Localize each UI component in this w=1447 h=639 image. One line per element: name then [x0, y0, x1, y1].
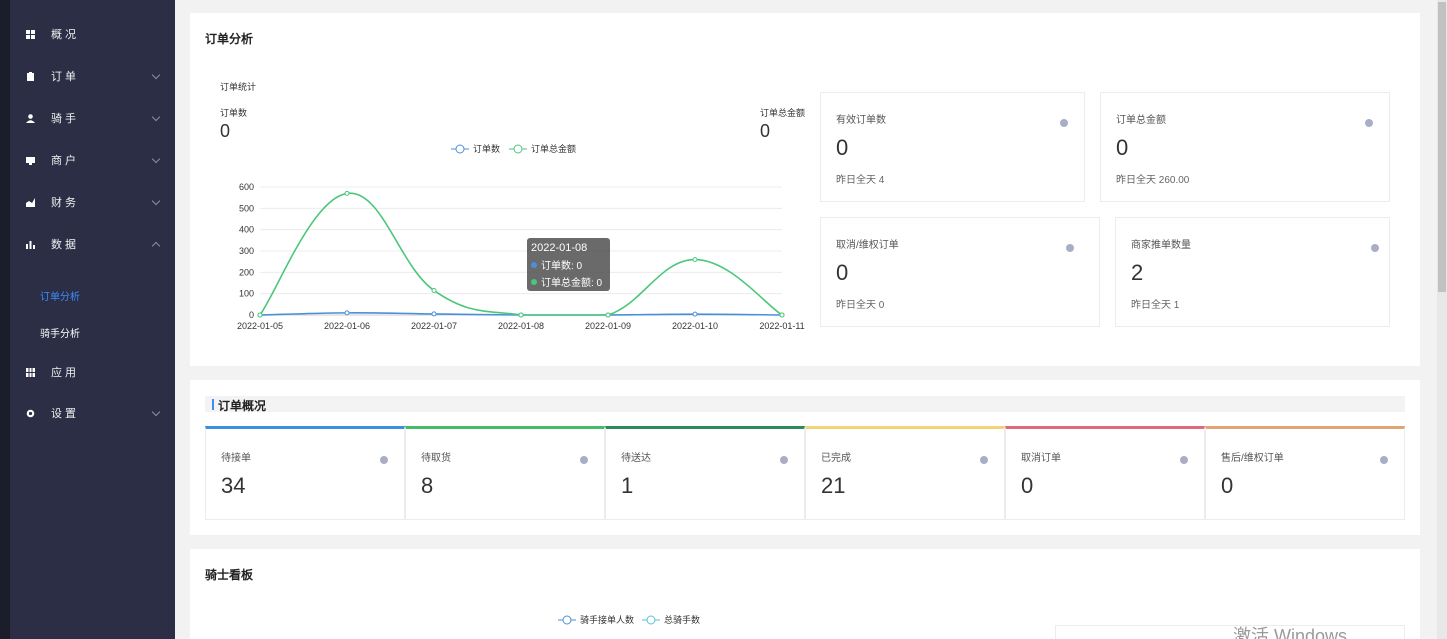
data-point[interactable]: [692, 311, 698, 317]
stat-card-valid-orders: 有效订单数 0 昨日全天 4: [820, 92, 1085, 202]
sidebar-item-settings[interactable]: 设 置: [10, 398, 175, 428]
order-line-chart[interactable]: 0 100 200 300 400 500 600 2022-01-05 2022-01-06…: [0, 0, 820, 340]
gear-icon: [26, 409, 35, 418]
legend-amount[interactable]: 订单总金额: [531, 143, 576, 154]
stat-label: 取消/维权订单: [836, 240, 899, 251]
apps-icon: [26, 367, 35, 377]
stat-value: 0: [1116, 135, 1129, 160]
info-dot-icon[interactable]: [1365, 119, 1373, 127]
series-dot-icon: [531, 278, 537, 285]
tooltip-amount: 订单总金额: 0: [541, 278, 603, 289]
y-tick-label: 100: [239, 289, 254, 299]
stat-value: 2: [1131, 260, 1144, 285]
overview-item-pending-delivery[interactable]: 待送达 1: [605, 426, 805, 520]
stat-card-total-amount: 订单总金额 0 昨日全天 260.00: [1100, 92, 1390, 202]
overview-value: 8: [421, 473, 434, 498]
stat-label: 商家推单数量: [1131, 240, 1191, 251]
stat-value: 0: [836, 135, 849, 160]
stat-card-cancelled-orders: 取消/维权订单 0 昨日全天 0: [820, 217, 1100, 327]
info-dot-icon[interactable]: [980, 456, 988, 464]
x-tick-label: 2022-01-09: [585, 321, 631, 331]
sidebar-item-label: 应 用: [51, 367, 77, 379]
overview-value: 1: [621, 473, 634, 498]
info-dot-icon[interactable]: [780, 456, 788, 464]
overview-label: 售后/维权订单: [1221, 453, 1284, 464]
stat-value: 0: [836, 260, 849, 285]
x-tick-label: 2022-01-08: [498, 321, 544, 331]
x-tick-label: 2022-01-07: [411, 321, 457, 331]
legend-orders[interactable]: 订单数: [473, 143, 500, 154]
info-dot-icon[interactable]: [580, 456, 588, 464]
overview-item-pending-pickup[interactable]: 待取货 8: [405, 426, 605, 520]
tooltip-row: 订单数: 0: [531, 257, 606, 272]
info-dot-icon[interactable]: [1060, 119, 1068, 127]
tooltip-orders: 订单数: 0: [541, 261, 583, 272]
overview-label: 待接单: [221, 453, 251, 464]
overview-item-pending-accept[interactable]: 待接单 34: [205, 426, 405, 520]
legend-total-riders[interactable]: 总骑手数: [664, 614, 700, 625]
y-tick-label: 300: [239, 246, 254, 256]
overview-label: 已完成: [821, 453, 851, 464]
overview-value: 34: [221, 473, 246, 498]
chart-tooltip: 2022-01-08 订单数: 0 订单总金额: 0: [527, 238, 610, 291]
data-point[interactable]: [692, 257, 698, 263]
data-point[interactable]: [344, 310, 350, 316]
info-dot-icon[interactable]: [1180, 456, 1188, 464]
sidebar-item-label: 设 置: [51, 408, 77, 420]
x-tick-label: 2022-01-06: [324, 321, 370, 331]
stat-sub: 昨日全天 0: [836, 300, 885, 311]
y-tick-label: 500: [239, 203, 254, 213]
data-point[interactable]: [431, 287, 437, 293]
stat-card-merchant-push: 商家推单数量 2 昨日全天 1: [1115, 217, 1390, 327]
chart-legend: 订单数 订单总金额: [451, 143, 576, 154]
data-point[interactable]: [257, 312, 263, 318]
y-tick-label: 400: [239, 225, 254, 235]
sidebar-item-apps[interactable]: 应 用: [10, 357, 175, 387]
stat-label: 订单总金额: [1116, 115, 1166, 126]
data-point[interactable]: [344, 190, 350, 196]
stat-sub: 昨日全天 260.00: [1116, 175, 1190, 186]
info-dot-icon[interactable]: [1380, 456, 1388, 464]
overview-title-bar: 订单概况: [205, 396, 1405, 413]
stat-label: 有效订单数: [836, 115, 886, 126]
info-dot-icon[interactable]: [1066, 244, 1074, 252]
legend-rider-accepted[interactable]: 骑手接单人数: [580, 614, 634, 625]
info-dot-icon[interactable]: [1371, 244, 1379, 252]
overview-value: 21: [821, 473, 846, 498]
scrollbar-thumb[interactable]: [1438, 2, 1446, 292]
series-dot-icon: [531, 261, 537, 268]
tooltip-date: 2022-01-08: [531, 242, 588, 254]
section-title: 订单概况: [218, 399, 267, 413]
title-accent-bar: [212, 399, 214, 410]
tooltip-row: 订单总金额: 0: [531, 274, 606, 289]
chevron-down-icon: [151, 407, 161, 417]
stat-sub: 昨日全天 4: [836, 175, 885, 186]
overview-label: 取消订单: [1021, 453, 1061, 464]
overview-value: 0: [1021, 473, 1034, 498]
section-title: 骑士看板: [205, 568, 254, 582]
overview-item-cancelled[interactable]: 取消订单 0: [1005, 426, 1205, 520]
y-tick-label: 200: [239, 267, 254, 277]
rider-stat-box: [1055, 625, 1405, 639]
x-tick-label: 2022-01-10: [672, 321, 718, 331]
overview-item-completed[interactable]: 已完成 21: [805, 426, 1005, 520]
data-point[interactable]: [431, 311, 437, 317]
x-tick-label: 2022-01-05: [237, 321, 283, 331]
data-point[interactable]: [779, 312, 785, 318]
windows-activation-watermark: 激活 Windows: [1233, 626, 1348, 639]
x-tick-label: 2022-01-11: [759, 321, 804, 331]
data-point[interactable]: [518, 312, 524, 318]
y-tick-label: 600: [239, 182, 254, 192]
rider-chart-legend: 骑手接单人数 总骑手数: [558, 614, 700, 625]
y-tick-label: 0: [249, 310, 254, 320]
overview-value: 0: [1221, 473, 1234, 498]
overview-label: 待取货: [421, 453, 451, 464]
stat-sub: 昨日全天 1: [1131, 300, 1180, 311]
overview-item-after-sales[interactable]: 售后/维权订单 0: [1205, 426, 1405, 520]
series-line-1[interactable]: [259, 192, 783, 316]
data-point[interactable]: [605, 312, 611, 318]
page-scrollbar[interactable]: [1437, 0, 1447, 639]
info-dot-icon[interactable]: [380, 456, 388, 464]
overview-label: 待送达: [621, 453, 651, 464]
